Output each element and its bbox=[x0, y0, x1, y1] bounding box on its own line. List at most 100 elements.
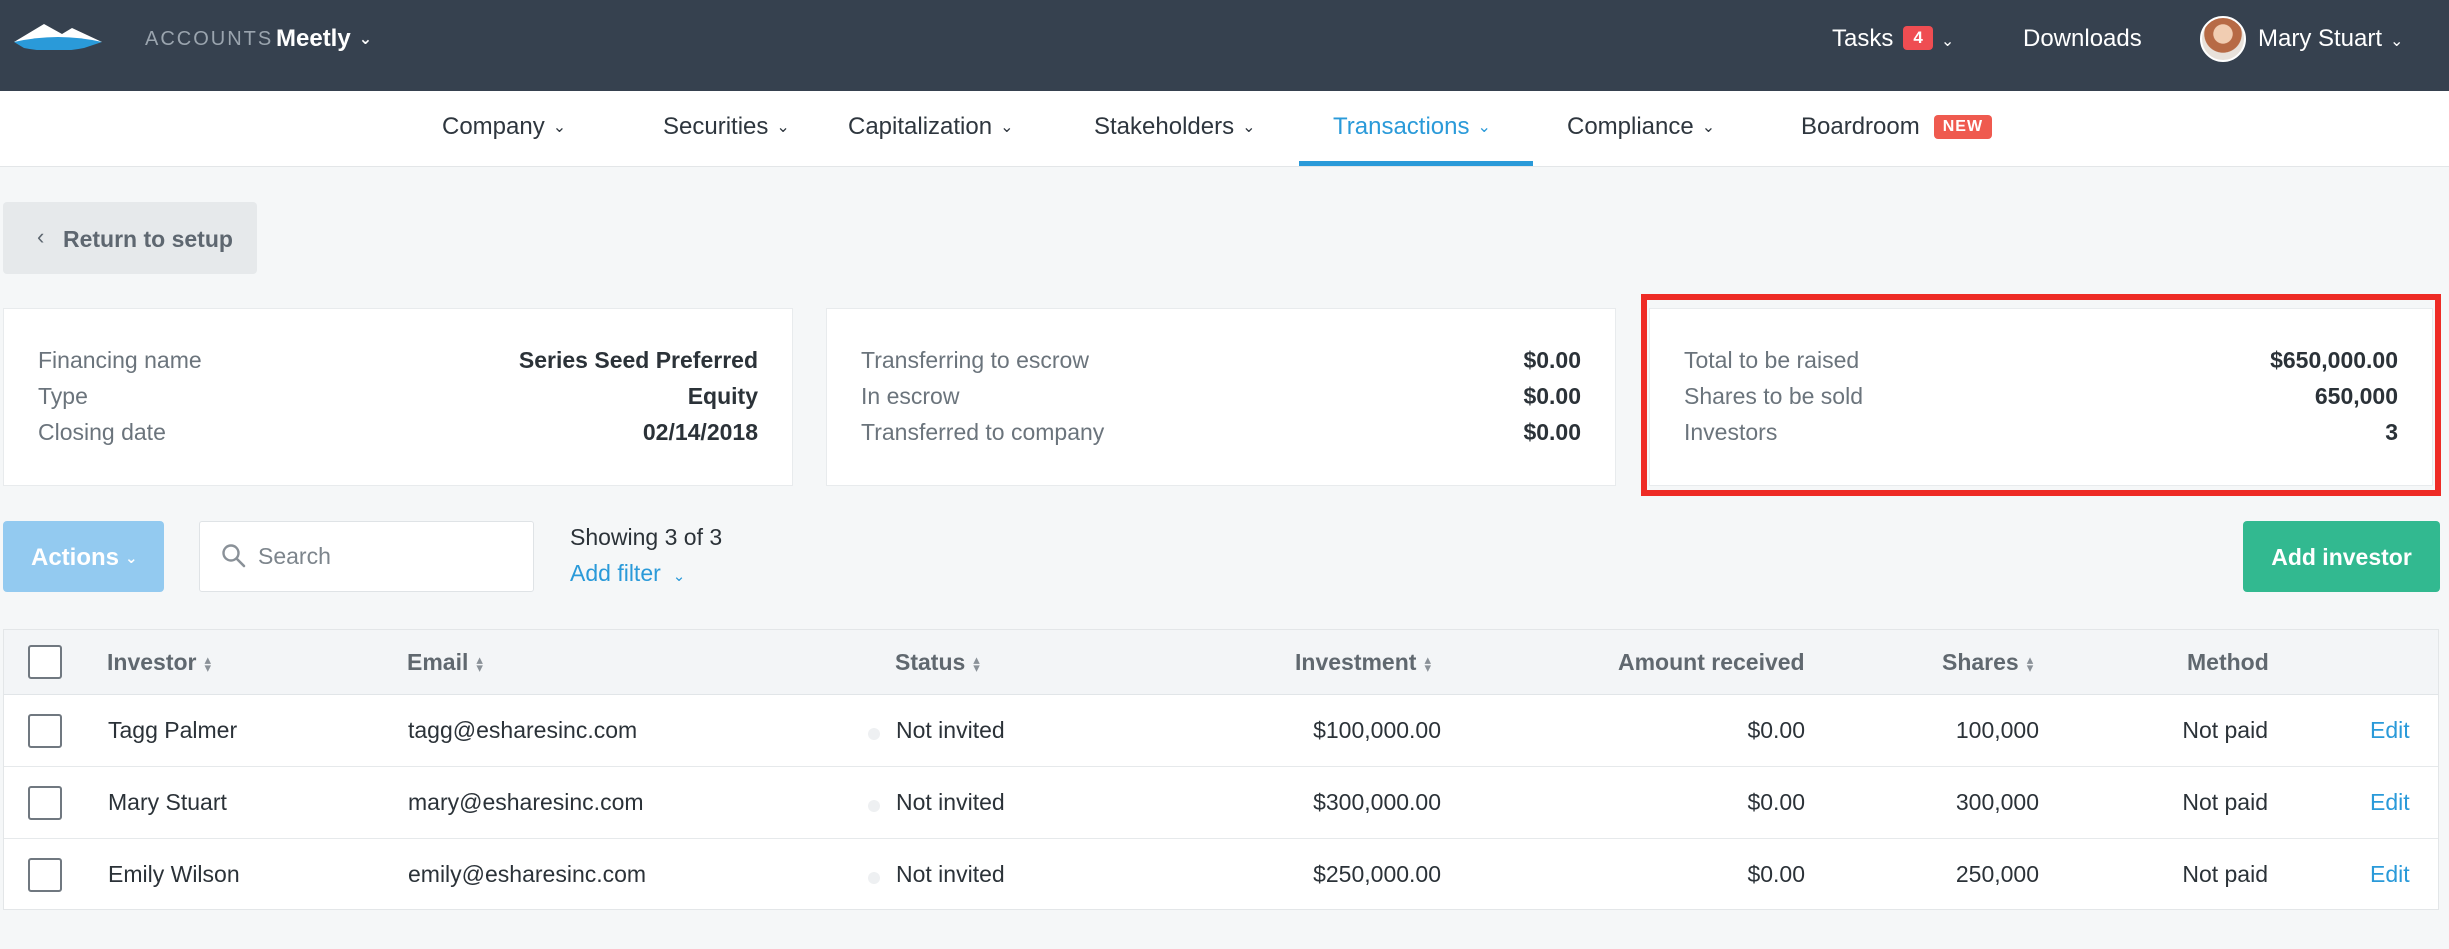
summary-row: In escrow $0.00 bbox=[861, 383, 1581, 417]
edit-link[interactable]: Edit bbox=[2370, 789, 2410, 816]
summary-key: Financing name bbox=[38, 347, 202, 373]
nav-label: Stakeholders bbox=[1094, 113, 1235, 140]
tasks-menu[interactable]: Tasks 4 ⌄ bbox=[1832, 25, 1954, 53]
escrow-summary-card: Transferring to escrow $0.00 In escrow $0.… bbox=[826, 308, 1616, 486]
chevron-down-icon: ⌄ bbox=[358, 31, 373, 48]
nav-label: Company bbox=[442, 113, 545, 140]
amount-received: $0.00 bbox=[1747, 789, 1805, 815]
column-label: Investment bbox=[1295, 649, 1417, 675]
tasks-count-badge: 4 bbox=[1903, 26, 1933, 50]
nav-transactions[interactable]: Transactions ⌄ bbox=[1333, 113, 1491, 141]
column-amount-received: Amount received bbox=[1618, 649, 1805, 675]
investment-amount: $250,000.00 bbox=[1313, 861, 1441, 887]
add-investor-button[interactable]: Add investor bbox=[2243, 521, 2440, 592]
table-row: Emily Wilson emily@esharesinc.com Not in… bbox=[4, 839, 2438, 911]
nav-securities[interactable]: Securities ⌄ bbox=[663, 113, 790, 141]
row-checkbox[interactable] bbox=[28, 786, 62, 820]
top-bar: ACCOUNTS Meetly ⌄ Tasks 4 ⌄ Downloads Mary … bbox=[0, 0, 2449, 91]
investor-status: Not invited bbox=[896, 789, 1005, 815]
chevron-down-icon: ⌄ bbox=[776, 119, 790, 136]
summary-key: Transferring to escrow bbox=[861, 347, 1089, 373]
edit-link[interactable]: Edit bbox=[2370, 717, 2410, 744]
chevron-down-icon: ⌄ bbox=[1940, 33, 1955, 50]
summary-value: Series Seed Preferred bbox=[518, 347, 758, 373]
downloads-link[interactable]: Downloads bbox=[2023, 25, 2142, 53]
actions-label: Actions bbox=[31, 544, 120, 571]
chevron-down-icon: ⌄ bbox=[672, 568, 686, 585]
summary-key: In escrow bbox=[861, 383, 960, 409]
column-label: Status bbox=[895, 649, 966, 675]
shares-count: 100,000 bbox=[1955, 717, 2039, 743]
chevron-down-icon: ⌄ bbox=[125, 550, 138, 567]
column-label: Shares bbox=[1942, 649, 2019, 675]
nav-company[interactable]: Company ⌄ bbox=[442, 113, 566, 141]
summary-value: $0.00 bbox=[1523, 383, 1581, 409]
summary-row: Type Equity bbox=[38, 383, 758, 417]
nav-stakeholders[interactable]: Stakeholders ⌄ bbox=[1094, 113, 1256, 141]
summary-value: $0.00 bbox=[1523, 419, 1581, 445]
sort-icon: ▴ ▾ bbox=[1424, 651, 1431, 675]
shares-count: 300,000 bbox=[1955, 789, 2039, 815]
sort-icon: ▴ ▾ bbox=[973, 651, 980, 675]
financing-summary-card: Financing name Series Seed Preferred Type… bbox=[3, 308, 793, 486]
user-menu[interactable]: Mary Stuart ⌄ bbox=[2258, 25, 2403, 53]
add-filter-link[interactable]: Add filter ⌄ bbox=[570, 560, 685, 587]
return-to-setup-button[interactable]: ‹ Return to setup bbox=[3, 202, 257, 274]
chevron-down-icon: ⌄ bbox=[1701, 119, 1716, 136]
table-row: Mary Stuart mary@esharesinc.com Not invi… bbox=[4, 767, 2438, 839]
payment-method: Not paid bbox=[2182, 861, 2268, 887]
actions-button[interactable]: Actions ⌄ bbox=[3, 521, 164, 592]
chevron-down-icon: ⌄ bbox=[2390, 33, 2404, 50]
edit-link[interactable]: Edit bbox=[2370, 861, 2410, 888]
summary-row: Closing date 02/14/2018 bbox=[38, 419, 758, 453]
user-name: Mary Stuart bbox=[2258, 25, 2383, 52]
nav-compliance[interactable]: Compliance ⌄ bbox=[1567, 113, 1715, 141]
nav-label: Securities bbox=[663, 113, 769, 140]
investor-status: Not invited bbox=[896, 861, 1005, 887]
row-checkbox[interactable] bbox=[28, 858, 62, 892]
nav-label: Compliance bbox=[1567, 113, 1694, 140]
investor-email: tagg@esharesinc.com bbox=[408, 717, 638, 743]
investment-amount: $100,000.00 bbox=[1313, 717, 1441, 743]
amount-received: $0.00 bbox=[1747, 861, 1805, 887]
select-all-checkbox[interactable] bbox=[28, 645, 62, 679]
sort-icon: ▴ ▾ bbox=[204, 651, 212, 675]
search-icon bbox=[222, 544, 246, 568]
investor-name: Emily Wilson bbox=[108, 861, 240, 887]
column-label: Email bbox=[407, 649, 469, 675]
investor-name: Tagg Palmer bbox=[108, 717, 238, 743]
shares-count: 250,000 bbox=[1955, 861, 2039, 887]
row-checkbox[interactable] bbox=[28, 714, 62, 748]
org-switcher[interactable]: Meetly ⌄ bbox=[276, 25, 372, 53]
investment-amount: $300,000.00 bbox=[1313, 789, 1441, 815]
chevron-down-icon: ⌄ bbox=[1000, 119, 1014, 136]
nav-label: Capitalization bbox=[848, 113, 993, 140]
logo-mountain-icon[interactable] bbox=[14, 20, 102, 50]
column-label: Investor bbox=[107, 649, 197, 675]
investor-email: mary@esharesinc.com bbox=[408, 789, 644, 815]
status-dot bbox=[868, 728, 880, 740]
sort-icon: ▴ ▾ bbox=[476, 651, 483, 675]
column-status[interactable]: Status ▴ ▾ bbox=[895, 649, 980, 676]
column-method: Method bbox=[2187, 649, 2269, 675]
column-investor[interactable]: Investor ▴ ▾ bbox=[107, 649, 211, 676]
column-shares[interactable]: Shares ▴ ▾ bbox=[1942, 649, 2033, 676]
summary-value: Equity bbox=[687, 383, 758, 409]
status-dot bbox=[868, 800, 880, 812]
summary-value: $0.00 bbox=[1523, 347, 1581, 373]
return-label: Return to setup bbox=[63, 226, 233, 252]
avatar[interactable] bbox=[2200, 16, 2246, 62]
summary-key: Type bbox=[38, 383, 88, 409]
investor-status: Not invited bbox=[896, 717, 1005, 743]
main-nav: Company ⌄ Securities ⌄ Capitalization ⌄ Sta… bbox=[0, 91, 2449, 167]
nav-capitalization[interactable]: Capitalization ⌄ bbox=[848, 113, 1014, 141]
org-name: Meetly bbox=[276, 25, 351, 52]
search-input[interactable] bbox=[258, 536, 518, 576]
column-email[interactable]: Email ▴ ▾ bbox=[407, 649, 483, 676]
chevron-down-icon: ⌄ bbox=[1242, 119, 1256, 136]
summary-row: Financing name Series Seed Preferred bbox=[38, 347, 758, 381]
accounts-label: ACCOUNTS bbox=[145, 28, 274, 50]
summary-key: Closing date bbox=[38, 419, 166, 445]
column-investment[interactable]: Investment ▴ ▾ bbox=[1295, 649, 1431, 676]
nav-boardroom[interactable]: Boardroom NEW bbox=[1801, 113, 1993, 142]
